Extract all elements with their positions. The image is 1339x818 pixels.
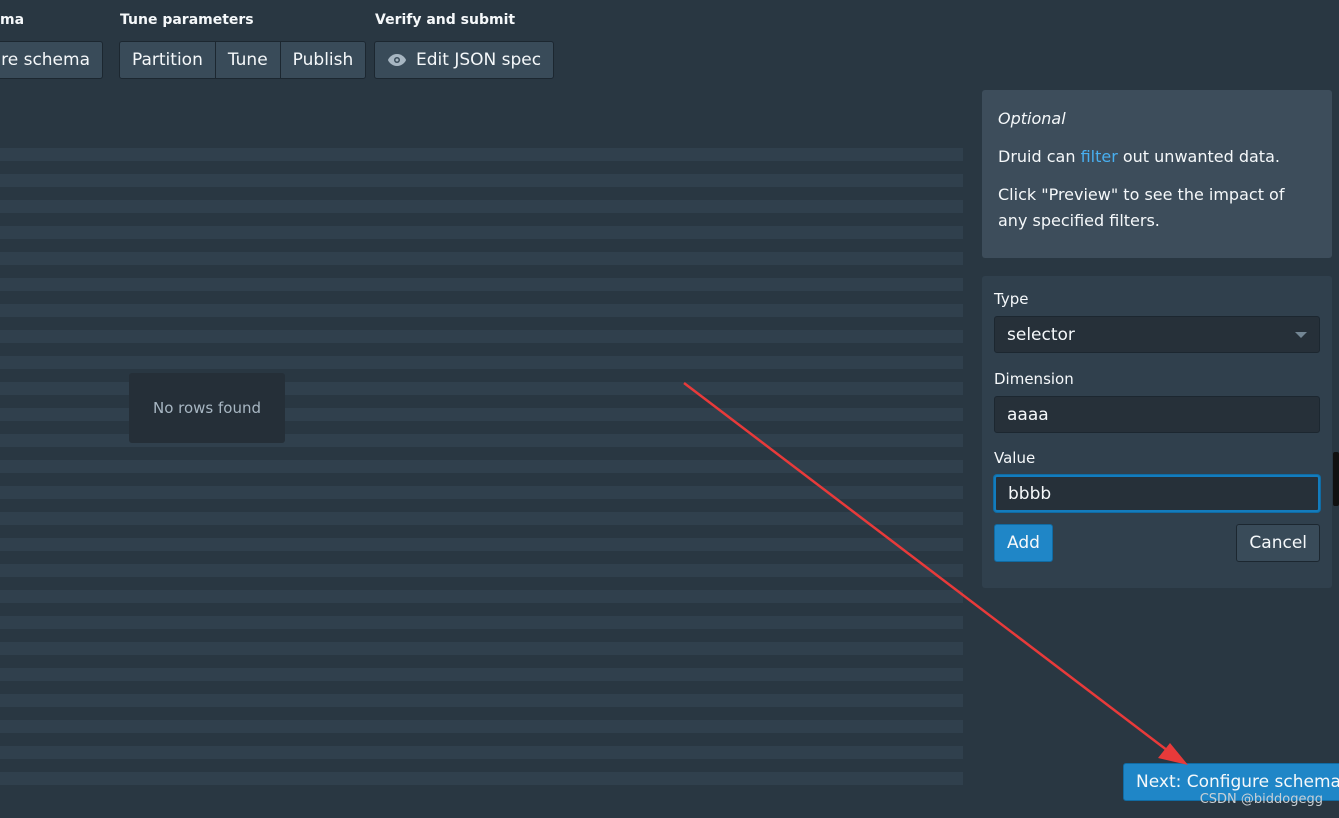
- watermark: CSDN @biddogegg: [1199, 792, 1323, 807]
- annotation-arrow: [683, 382, 1188, 765]
